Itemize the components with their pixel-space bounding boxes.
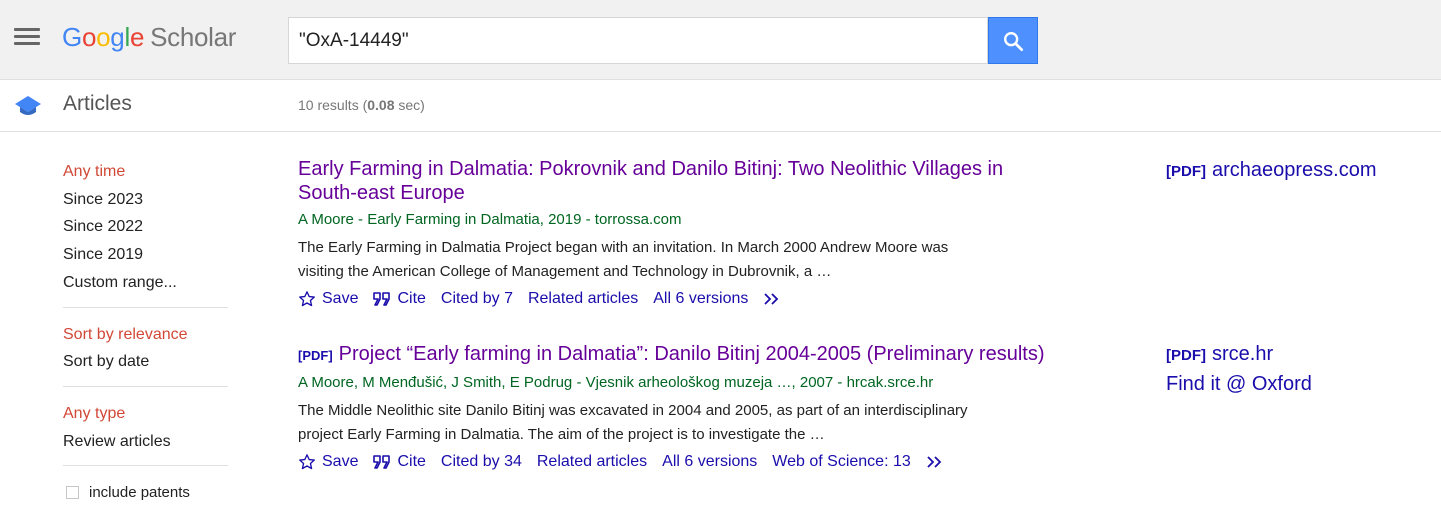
search-result: [PDF] Project “Early farming in Dalmatia”… [298,342,1058,474]
result-authors: A Moore, M Menđušić, J Smith, E Podrug -… [298,374,934,391]
double-chevron-icon [926,455,944,469]
result-actions: Save Cite Cited by 7 Related articles Al… [298,287,1058,311]
top-bar: Google Scholar [0,0,1441,80]
quote-icon [373,292,391,306]
double-chevron-icon [763,292,781,306]
graduation-cap-icon [15,96,41,115]
all-versions-link[interactable]: All 6 versions [662,453,757,471]
save-button[interactable]: Save [298,453,358,471]
star-icon [298,453,316,471]
sidebar-divider [63,465,228,467]
all-versions-link[interactable]: All 6 versions [653,290,748,308]
include-patents-checkbox[interactable] [66,486,79,500]
include-patents-label: include patents [89,484,190,502]
logo-google-wordmark: Google [62,22,145,52]
find-it-oxford-link[interactable]: Find it @ Oxford [1166,369,1312,399]
filter-since-2019[interactable]: Since 2019 [63,241,229,269]
result-snippet: The Early Farming in Dalmatia Project be… [298,239,949,280]
google-scholar-logo[interactable]: Google Scholar [62,22,236,53]
quote-icon [373,455,391,469]
filter-since-2022[interactable]: Since 2022 [63,213,229,241]
logo-scholar-text: Scholar [150,22,237,52]
related-articles-link[interactable]: Related articles [528,290,638,308]
result-actions: Save Cite Cited by 34 Related articles A… [298,450,1058,474]
section-title: Articles [63,92,132,115]
filter-custom-range[interactable]: Custom range... [63,269,229,297]
more-options-button[interactable] [763,292,787,306]
results-count: 10 results (0.08 sec) [298,97,425,113]
search-button[interactable] [988,17,1038,64]
side-pdf-link[interactable]: [PDF] srce.hr [1166,339,1273,371]
sort-by-date[interactable]: Sort by date [63,348,229,376]
filter-sidebar: Any time Since 2023 Since 2022 Since 201… [63,158,229,506]
cite-button[interactable]: Cite [373,453,426,471]
related-articles-link[interactable]: Related articles [537,453,647,471]
web-of-science-link[interactable]: Web of Science: 13 [772,453,910,471]
save-button[interactable]: Save [298,290,358,308]
more-options-button[interactable] [926,455,950,469]
filter-any-time[interactable]: Any time [63,158,229,186]
search-icon [1004,31,1024,51]
filter-any-type[interactable]: Any type [63,400,229,428]
result-snippet: The Middle Neolithic site Danilo Bitinj … [298,402,968,443]
search-box [288,17,988,64]
hamburger-menu-icon[interactable] [14,28,40,48]
result-title[interactable]: [PDF] Project “Early farming in Dalmatia”… [298,342,1058,368]
cite-button[interactable]: Cite [373,290,426,308]
pdf-tag: [PDF] [298,348,333,363]
cited-by-link[interactable]: Cited by 34 [441,453,522,471]
search-result: Early Farming in Dalmatia: Pokrovnik and… [298,157,1058,311]
filter-review-articles[interactable]: Review articles [63,428,229,456]
section-bar: Articles 10 results (0.08 sec) [0,80,1441,132]
include-patents-option[interactable]: include patents [63,479,229,506]
result-authors: A Moore - Early Farming in Dalmatia, 201… [298,211,682,228]
filter-since-2023[interactable]: Since 2023 [63,186,229,214]
star-icon [298,290,316,308]
search-input[interactable] [289,18,959,63]
cited-by-link[interactable]: Cited by 7 [441,290,513,308]
side-pdf-link[interactable]: [PDF] archaeopress.com [1166,155,1377,187]
result-title[interactable]: Early Farming in Dalmatia: Pokrovnik and… [298,157,1058,205]
sort-by-relevance[interactable]: Sort by relevance [63,321,229,349]
sidebar-divider [63,306,228,308]
sidebar-divider [63,385,228,387]
